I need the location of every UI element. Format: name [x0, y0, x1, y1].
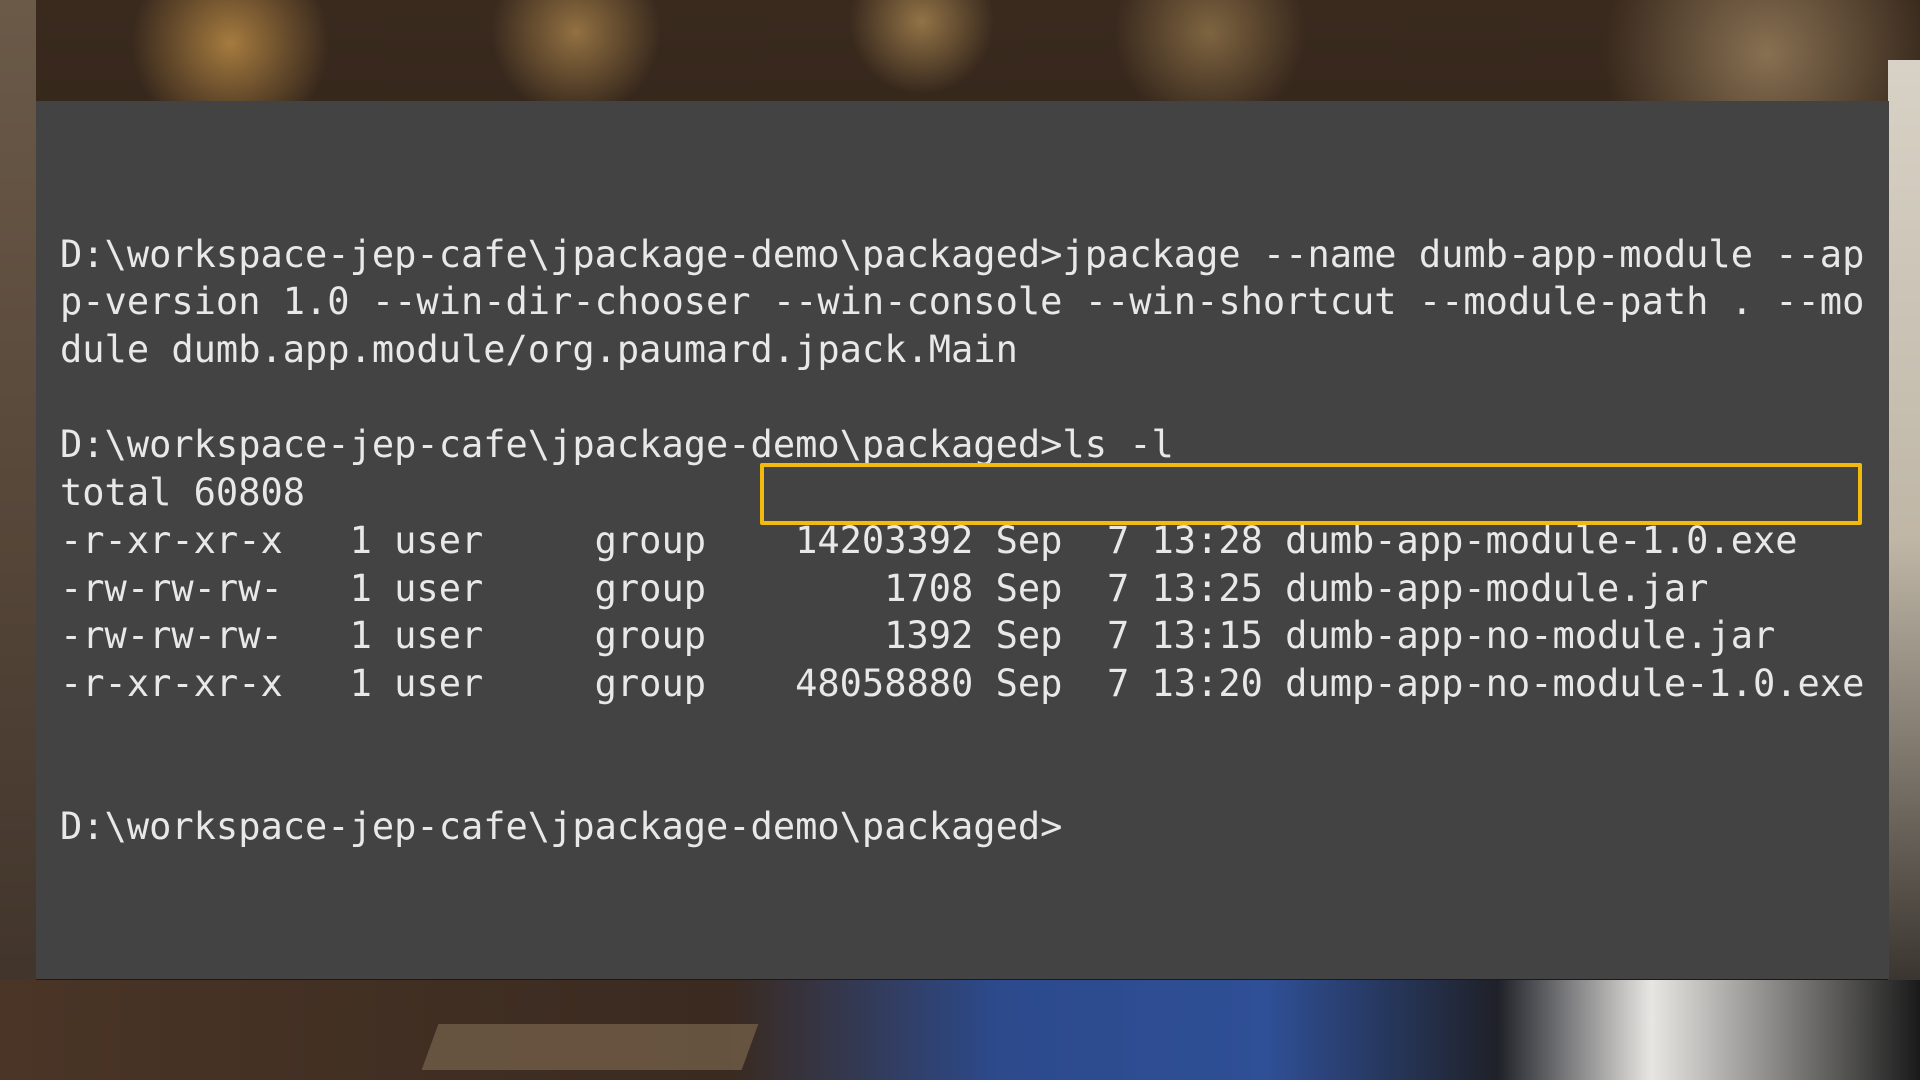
- terminal-window[interactable]: D:\workspace-jep-cafe\jpackage-demo\pack…: [36, 101, 1889, 979]
- terminal-line-file-jar-module: -rw-rw-rw- 1 user group 1708 Sep 7 13:25…: [60, 566, 1709, 610]
- background-left-wall: [0, 0, 36, 1080]
- terminal-line-jpackage-command-1: D:\workspace-jep-cafe\jpackage-demo\pack…: [60, 232, 1865, 276]
- background-table: [421, 1024, 759, 1070]
- terminal-line-file-exe-no-module: -r-xr-xr-x 1 user group 48058880 Sep 7 1…: [60, 661, 1865, 705]
- terminal-line-jpackage-command-2: p-version 1.0 --win-dir-chooser --win-co…: [60, 280, 1865, 324]
- terminal-prompt[interactable]: D:\workspace-jep-cafe\jpackage-demo\pack…: [60, 803, 1864, 851]
- background-presenter-area: [0, 980, 1920, 1080]
- terminal-line-jpackage-command-3: dule dumb.app.module/org.paumard.jpack.M…: [60, 328, 1018, 372]
- highlight-box: [760, 463, 1862, 525]
- terminal-line-ls-command: D:\workspace-jep-cafe\jpackage-demo\pack…: [60, 423, 1174, 467]
- terminal-line-file-jar-no-module: -rw-rw-rw- 1 user group 1392 Sep 7 13:15…: [60, 614, 1776, 658]
- background-right-wall: [1888, 60, 1920, 1020]
